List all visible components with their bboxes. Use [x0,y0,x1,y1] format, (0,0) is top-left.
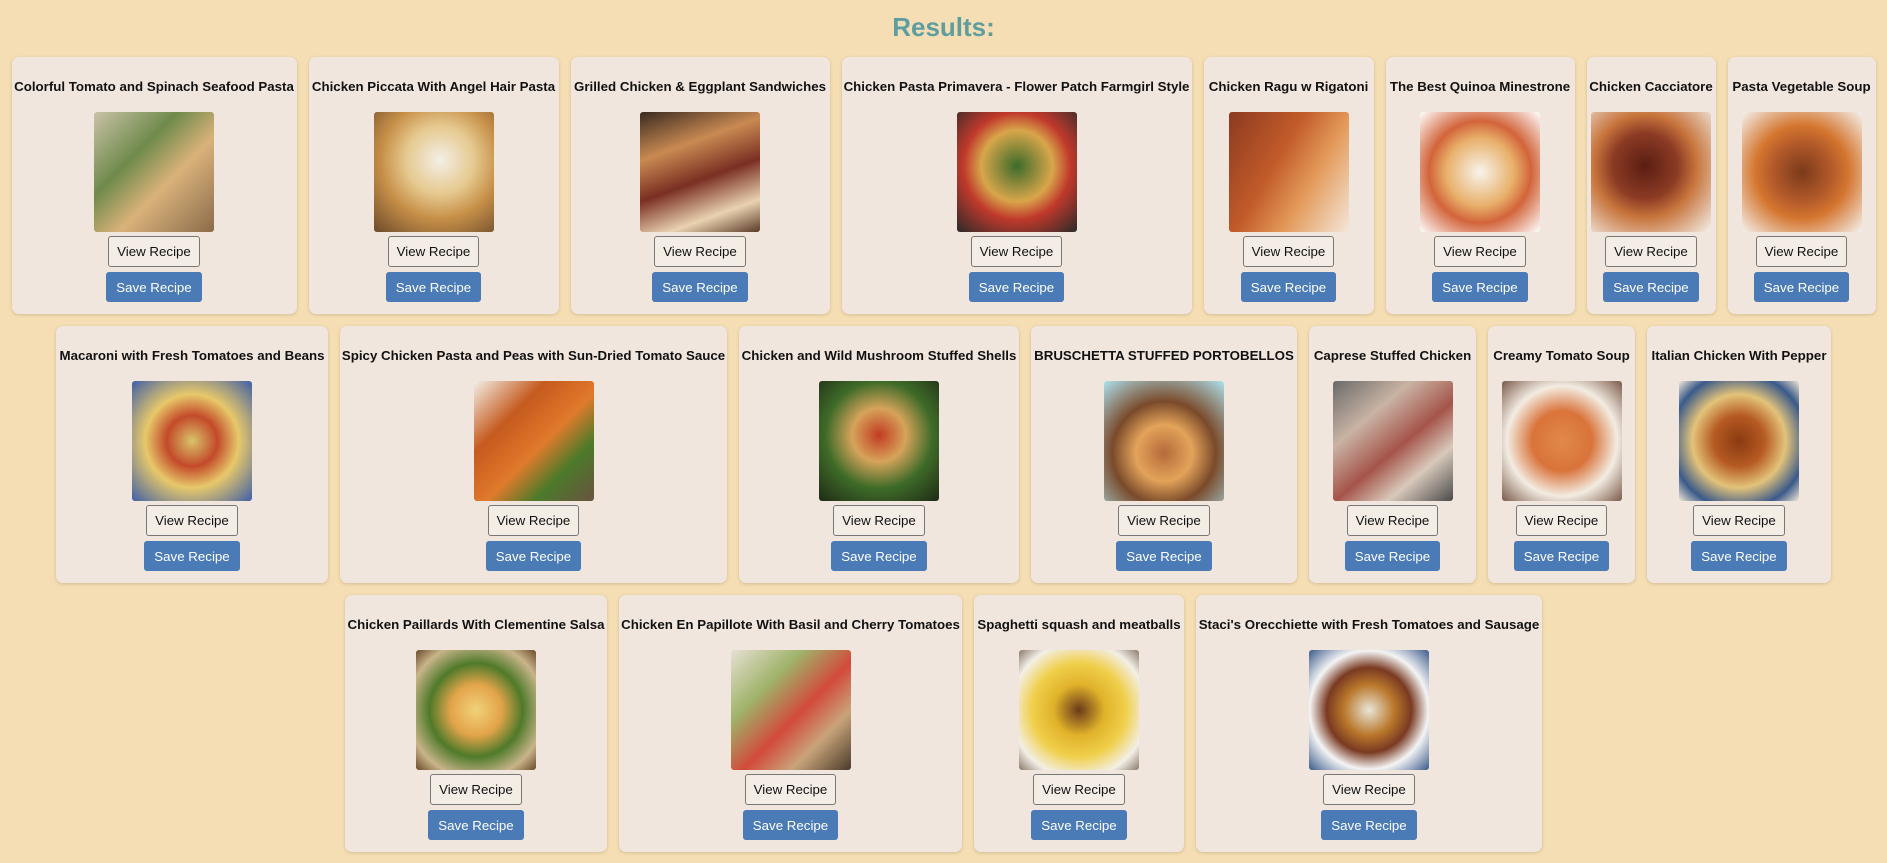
save-recipe-button[interactable]: Save Recipe [1753,272,1850,302]
view-recipe-button[interactable]: View Recipe [1693,505,1785,536]
recipe-title: Creamy Tomato Soup [1493,348,1630,363]
recipe-card: Chicken Paillards With Clementine Salsa … [345,595,607,852]
recipe-title: BRUSCHETTA STUFFED PORTOBELLOS [1034,348,1294,363]
save-recipe-button[interactable]: Save Recipe [968,272,1065,302]
recipe-image[interactable] [1228,112,1349,232]
recipe-title: Chicken and Wild Mushroom Stuffed Shells [741,348,1017,363]
recipe-title: Chicken En Papillote With Basil and Cher… [621,617,960,632]
save-recipe-button[interactable]: Save Recipe [1031,810,1127,840]
view-recipe-button[interactable]: View Recipe [1323,774,1415,805]
view-recipe-button[interactable]: View Recipe [1033,774,1125,805]
recipe-title: Grilled Chicken & Eggplant Sandwiches [574,79,826,94]
save-recipe-button[interactable]: Save Recipe [106,272,202,302]
recipe-card: Chicken Pasta Primavera - Flower Patch F… [841,57,1192,314]
save-recipe-button[interactable]: Save Recipe [485,541,582,571]
recipe-card: Chicken En Papillote With Basil and Cher… [619,595,962,852]
recipe-image[interactable] [1501,381,1622,501]
save-recipe-button[interactable]: Save Recipe [1432,272,1528,302]
view-recipe-button[interactable]: View Recipe [387,236,480,267]
recipe-title: Chicken Pasta Primavera - Flower Patch F… [843,79,1190,94]
recipe-card: The Best Quinoa Minestrone View Recipe S… [1385,57,1575,314]
recipe-title: Spicy Chicken Pasta and Peas with Sun-Dr… [341,348,726,363]
save-recipe-button[interactable]: Save Recipe [1116,541,1212,571]
recipe-card: Chicken Ragu w Rigatoni View Recipe Save… [1203,57,1374,314]
save-recipe-button[interactable]: Save Recipe [1321,810,1417,840]
recipe-image[interactable] [1420,112,1540,232]
recipe-title: Colorful Tomato and Spinach Seafood Past… [14,79,294,94]
save-recipe-button[interactable]: Save Recipe [742,810,839,840]
recipe-image[interactable] [373,112,494,232]
recipe-image[interactable] [730,650,851,770]
recipe-card: Chicken Piccata With Angel Hair Pasta Vi… [308,57,559,314]
recipe-card: Creamy Tomato Soup View Recipe Save Reci… [1488,326,1635,583]
recipe-card: Staci's Orecchiette with Fresh Tomatoes … [1196,595,1542,852]
save-recipe-button[interactable]: Save Recipe [428,810,524,840]
recipe-image[interactable] [1679,381,1799,501]
view-recipe-button[interactable]: View Recipe [1605,236,1697,267]
recipe-card: Chicken Cacciatore View Recipe Save Reci… [1586,57,1716,314]
recipe-card: Colorful Tomato and Spinach Seafood Past… [11,57,297,314]
recipe-image[interactable] [819,381,939,501]
recipe-title: Pasta Vegetable Soup [1732,79,1871,94]
view-recipe-button[interactable]: View Recipe [970,236,1063,267]
recipe-card: Pasta Vegetable Soup View Recipe Save Re… [1727,57,1876,314]
recipe-image[interactable] [1309,650,1429,770]
recipe-card: BRUSCHETTA STUFFED PORTOBELLOS View Reci… [1031,326,1297,583]
recipe-title: Italian Chicken With Pepper [1651,348,1827,363]
save-recipe-button[interactable]: Save Recipe [1240,272,1337,302]
save-recipe-button[interactable]: Save Recipe [144,541,240,571]
results-grid: Colorful Tomato and Spinach Seafood Past… [0,43,1887,852]
recipe-title: Macaroni with Fresh Tomatoes and Beans [59,348,325,363]
view-recipe-button[interactable]: View Recipe [744,774,837,805]
save-recipe-button[interactable]: Save Recipe [831,541,927,571]
recipe-image[interactable] [956,112,1077,232]
view-recipe-button[interactable]: View Recipe [1242,236,1335,267]
recipe-card: Spicy Chicken Pasta and Peas with Sun-Dr… [340,326,727,583]
save-recipe-button[interactable]: Save Recipe [1513,541,1610,571]
recipe-card: Spaghetti squash and meatballs View Reci… [974,595,1184,852]
recipe-image[interactable] [1019,650,1139,770]
recipe-image[interactable] [94,112,214,232]
recipe-title: Spaghetti squash and meatballs [977,617,1181,632]
recipe-image[interactable] [640,112,760,232]
recipe-title: The Best Quinoa Minestrone [1389,79,1571,94]
recipe-image[interactable] [1104,381,1224,501]
recipe-image[interactable] [132,381,252,501]
recipe-image[interactable] [1332,381,1453,501]
view-recipe-button[interactable]: View Recipe [833,505,925,536]
recipe-image[interactable] [416,650,536,770]
view-recipe-button[interactable]: View Recipe [1118,505,1210,536]
recipe-title: Chicken Piccata With Angel Hair Pasta [311,79,556,94]
recipe-card: Caprese Stuffed Chicken View Recipe Save… [1309,326,1476,583]
view-recipe-button[interactable]: View Recipe [654,236,746,267]
save-recipe-button[interactable]: Save Recipe [1603,272,1699,302]
view-recipe-button[interactable]: View Recipe [1755,236,1848,267]
recipe-image[interactable] [473,381,594,501]
view-recipe-button[interactable]: View Recipe [146,505,238,536]
view-recipe-button[interactable]: View Recipe [487,505,580,536]
recipe-title: Chicken Ragu w Rigatoni [1208,79,1369,94]
recipe-card: Italian Chicken With Pepper View Recipe … [1647,326,1831,583]
view-recipe-button[interactable]: View Recipe [1434,236,1526,267]
save-recipe-button[interactable]: Save Recipe [1344,541,1441,571]
recipe-title: Chicken Cacciatore [1589,79,1713,94]
recipe-title: Chicken Paillards With Clementine Salsa [347,617,605,632]
recipe-image[interactable] [1591,112,1711,232]
recipe-card: Chicken and Wild Mushroom Stuffed Shells… [739,326,1019,583]
recipe-card: Macaroni with Fresh Tomatoes and Beans V… [56,326,328,583]
view-recipe-button[interactable]: View Recipe [108,236,200,267]
recipe-card: Grilled Chicken & Eggplant Sandwiches Vi… [570,57,830,314]
save-recipe-button[interactable]: Save Recipe [1691,541,1787,571]
page-title: Results: [892,12,995,42]
save-recipe-button[interactable]: Save Recipe [652,272,748,302]
recipe-title: Staci's Orecchiette with Fresh Tomatoes … [1198,617,1540,632]
view-recipe-button[interactable]: View Recipe [1346,505,1439,536]
view-recipe-button[interactable]: View Recipe [1515,505,1608,536]
save-recipe-button[interactable]: Save Recipe [385,272,482,302]
view-recipe-button[interactable]: View Recipe [430,774,522,805]
recipe-image[interactable] [1741,112,1862,232]
recipe-title: Caprese Stuffed Chicken [1313,348,1472,363]
